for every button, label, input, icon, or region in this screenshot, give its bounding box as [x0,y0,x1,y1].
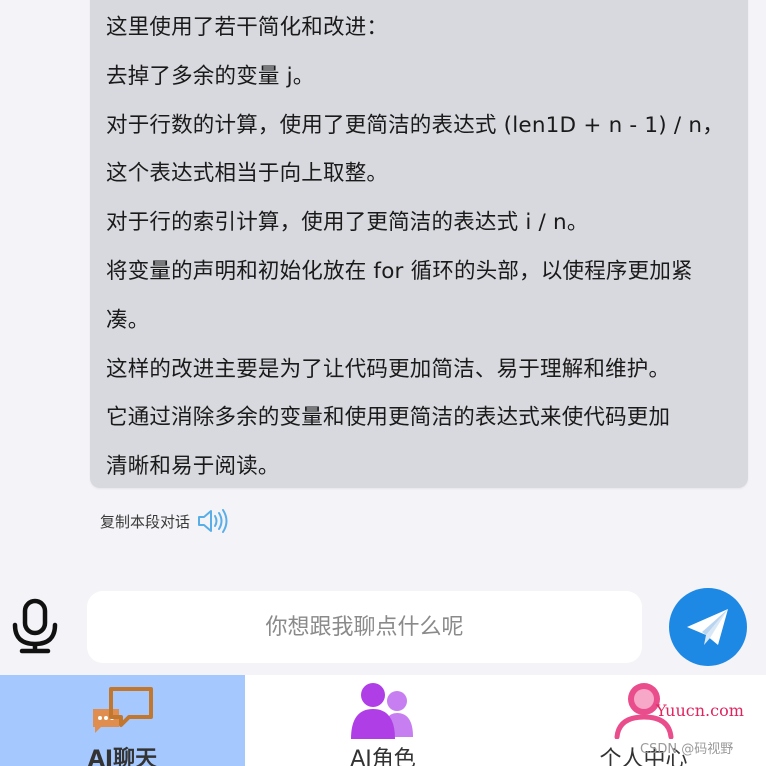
chat-screen: 这里使用了若干简化和改进： 去掉了多余的变量 j。 对于行数的计算，使用了更简洁… [0,0,766,766]
message-line: 对于行的索引计算，使用了更简洁的表达式 i / n。 [106,210,589,236]
copy-conversation-button[interactable]: 复制本段对话 [100,511,190,532]
csdn-watermark: CSDN @码视野 [640,742,734,757]
send-button[interactable] [669,588,747,666]
message-line: 去掉了多余的变量 j。 [106,63,315,89]
message-line: 这里使用了若干简化和改进： [106,15,389,40]
nav-item-ai-chat[interactable]: AI聊天 [0,675,245,766]
nav-label: AI聊天 [87,747,158,766]
message-line: 对于行数的计算，使用了更简洁的表达式 (len1D + n - 1) / n， [106,112,724,138]
message-line: 这个表达式相当于向上取整。 [106,161,389,187]
nav-item-ai-role[interactable]: AI角色 [245,675,521,766]
people-icon [345,681,421,739]
chat-input[interactable] [87,591,642,663]
nav-label: AI角色 [350,747,416,766]
paper-plane-icon [684,605,732,649]
message-line: 凑。 [106,307,150,333]
microphone-icon[interactable] [8,596,62,656]
message-line: 它通过消除多余的变量和使用更简洁的表达式来使代码更加 [106,405,671,431]
message-line: 将变量的声明和初始化放在 for 循环的头部，以使程序更加紧 [106,258,693,284]
speaker-icon[interactable] [196,506,228,536]
assistant-message-bubble: 这里使用了若干简化和改进： 去掉了多余的变量 j。 对于行数的计算，使用了更简洁… [90,0,748,488]
message-line: 这样的改进主要是为了让代码更加简洁、易于理解和维护。 [106,356,671,382]
message-line: 清晰和易于阅读。 [106,454,280,480]
chat-bubbles-icon [89,681,157,739]
message-actions: 复制本段对话 [100,506,228,536]
site-watermark: Yuucn.com [656,701,744,720]
